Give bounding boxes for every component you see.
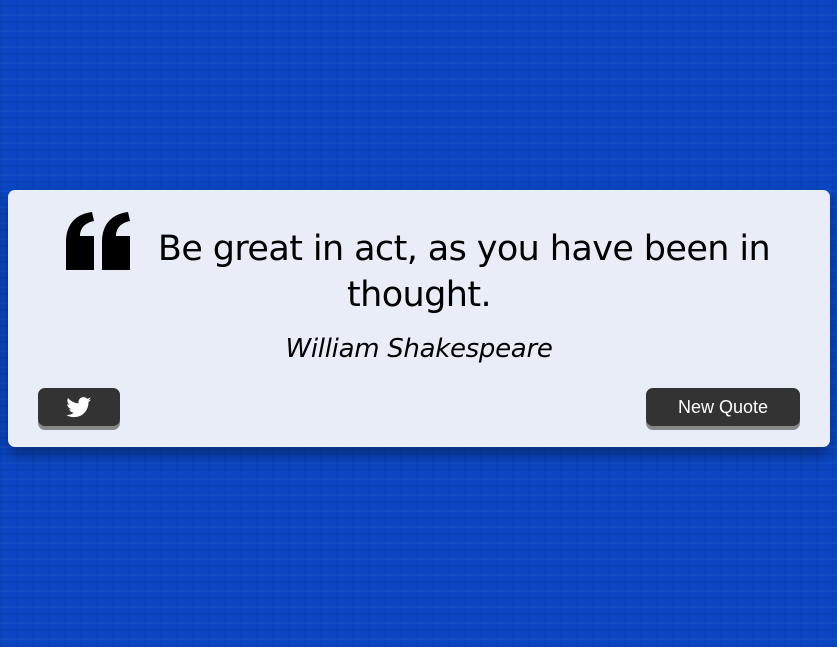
- tweet-button[interactable]: [38, 388, 120, 426]
- quote-text: Be great in act, as you have been in tho…: [157, 229, 771, 315]
- new-quote-button[interactable]: New Quote: [646, 388, 800, 426]
- twitter-icon: [66, 396, 92, 417]
- quote-author: William Shakespeare: [285, 334, 553, 364]
- quote-card: Be great in act, as you have been in tho…: [8, 190, 830, 447]
